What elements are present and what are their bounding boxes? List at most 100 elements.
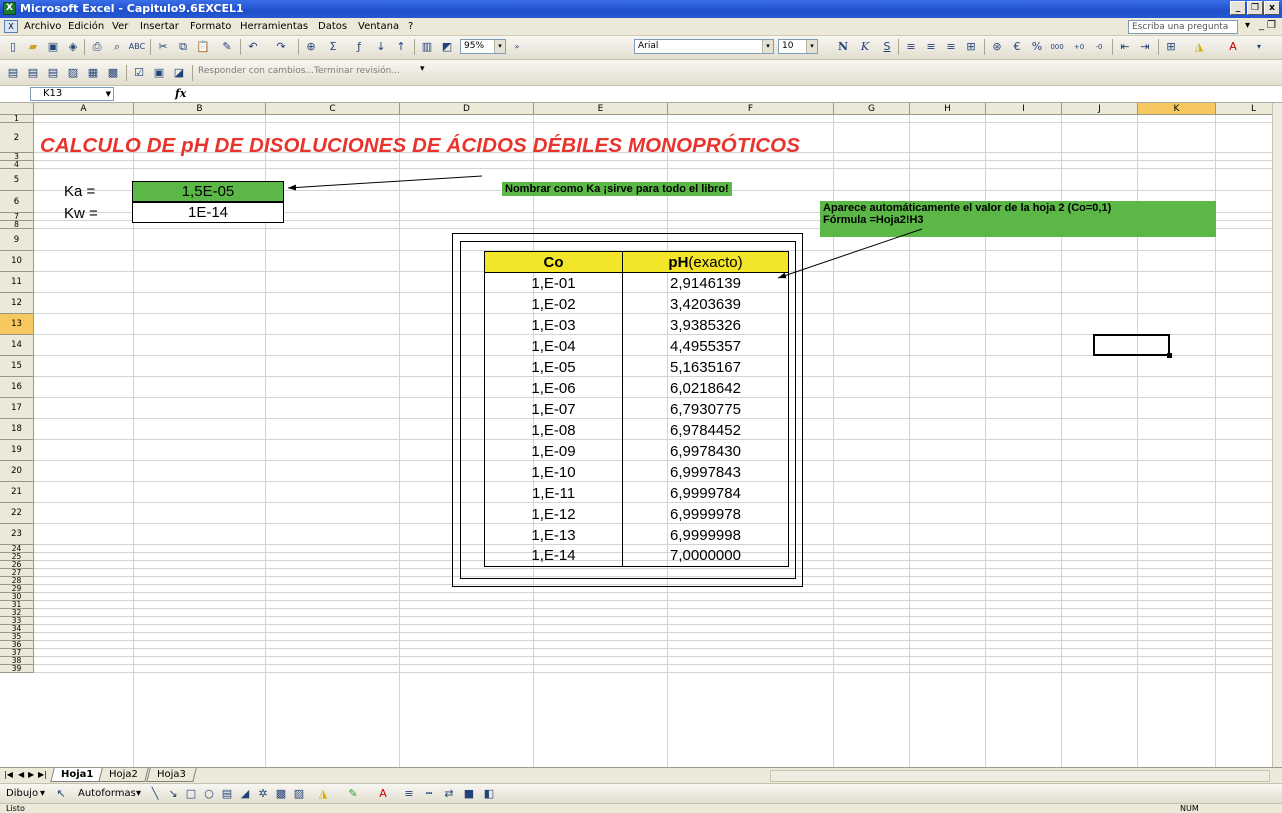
ph-cell[interactable]: 6,9784452 bbox=[622, 419, 789, 441]
menu-ver[interactable]: Ver bbox=[112, 21, 128, 32]
function-wizard-icon[interactable]: ƒ bbox=[350, 38, 368, 56]
draw-menu-button[interactable]: Dibujo bbox=[6, 788, 38, 799]
align-right-icon[interactable]: ≡ bbox=[942, 38, 960, 56]
review-icon-1[interactable]: ▤ bbox=[4, 64, 22, 82]
decrease-indent-icon[interactable]: ⇤ bbox=[1116, 38, 1134, 56]
increase-indent-icon[interactable]: ⇥ bbox=[1136, 38, 1154, 56]
co-cell[interactable]: 1,E-11 bbox=[484, 482, 623, 504]
menu-help[interactable]: ? bbox=[408, 21, 413, 32]
review-checkbox-icon[interactable]: ☑ bbox=[130, 64, 148, 82]
review-icon-3[interactable]: ▤ bbox=[44, 64, 62, 82]
fill-handle[interactable] bbox=[1167, 353, 1172, 358]
ph-cell[interactable]: 2,9146139 bbox=[622, 272, 789, 294]
permission-icon[interactable]: ◈ bbox=[64, 38, 82, 56]
cut-icon[interactable]: ✂ bbox=[154, 38, 172, 56]
font-color-icon[interactable]: A bbox=[1224, 38, 1242, 56]
menu-ventana[interactable]: Ventana bbox=[358, 21, 399, 32]
co-cell[interactable]: 1,E-08 bbox=[484, 419, 623, 441]
review-icon-5[interactable]: ▦ bbox=[84, 64, 102, 82]
review-icon-7[interactable]: ▣ bbox=[150, 64, 168, 82]
co-cell[interactable]: 1,E-06 bbox=[484, 377, 623, 399]
co-cell[interactable]: 1,E-12 bbox=[484, 503, 623, 525]
active-cell-k13[interactable] bbox=[1093, 334, 1172, 358]
review-icon-4[interactable]: ▨ bbox=[64, 64, 82, 82]
align-center-icon[interactable]: ≡ bbox=[922, 38, 940, 56]
co-cell[interactable]: 1,E-01 bbox=[484, 272, 623, 294]
name-box[interactable]: K13 ▼ bbox=[30, 87, 114, 101]
new-file-icon[interactable]: ▯ bbox=[4, 38, 22, 56]
autoshapes-button[interactable]: Autoformas bbox=[78, 788, 136, 799]
paste-icon[interactable]: 📋 bbox=[194, 38, 212, 56]
co-cell[interactable]: 1,E-03 bbox=[484, 314, 623, 336]
close-button[interactable]: x bbox=[1264, 1, 1280, 15]
co-cell[interactable]: 1,E-13 bbox=[484, 524, 623, 546]
comma-style-icon[interactable]: 000 bbox=[1048, 38, 1066, 56]
toolbar-options-icon[interactable]: ▾ bbox=[420, 64, 425, 74]
3d-icon[interactable]: ◧ bbox=[480, 785, 498, 803]
font-select[interactable]: Arial ▾ bbox=[634, 39, 774, 54]
tab-hoja3[interactable]: Hoja3 bbox=[146, 768, 197, 782]
ph-cell[interactable]: 6,9997843 bbox=[622, 461, 789, 483]
review-icon-8[interactable]: ◪ bbox=[170, 64, 188, 82]
format-painter-icon[interactable]: ✎ bbox=[218, 38, 236, 56]
toolbar-options-icon[interactable]: » bbox=[508, 38, 526, 56]
tab-hoja2[interactable]: Hoja2 bbox=[98, 768, 149, 782]
euro-icon[interactable]: € bbox=[1008, 38, 1026, 56]
toolbar-options-icon[interactable]: ▾ bbox=[1250, 38, 1268, 56]
autoshapes-arrow-icon[interactable]: ▾ bbox=[136, 788, 141, 799]
ph-cell[interactable]: 6,9978430 bbox=[622, 440, 789, 462]
menu-datos[interactable]: Datos bbox=[318, 21, 347, 32]
line-icon[interactable]: ╲ bbox=[146, 785, 164, 803]
vertical-scrollbar[interactable] bbox=[1272, 103, 1282, 767]
doc-minimize-icon[interactable]: _ bbox=[1259, 20, 1264, 31]
currency-style-icon[interactable]: ⊛ bbox=[988, 38, 1006, 56]
doc-restore-icon[interactable]: ❐ bbox=[1267, 20, 1276, 31]
minimize-button[interactable]: _ bbox=[1230, 1, 1246, 15]
worksheet-grid[interactable]: ABCDEFGHIJKL 1 2 3 4 5 6 7 8 9 10 11 12 13 14 15 16 17 18… bbox=[0, 103, 1282, 767]
menu-insertar[interactable]: Insertar bbox=[140, 21, 179, 32]
copy-icon[interactable]: ⧉ bbox=[174, 38, 192, 56]
borders-icon[interactable]: ⊞ bbox=[1162, 38, 1180, 56]
prev-sheet-icon[interactable]: ◀ bbox=[18, 770, 24, 779]
co-cell[interactable]: 1,E-05 bbox=[484, 356, 623, 378]
open-folder-icon[interactable]: ▰ bbox=[24, 38, 42, 56]
print-icon[interactable]: ⎙ bbox=[88, 38, 106, 56]
spelling-icon[interactable]: ABC bbox=[128, 38, 146, 56]
percent-icon[interactable]: % bbox=[1028, 38, 1046, 56]
co-cell[interactable]: 1,E-14 bbox=[484, 545, 623, 567]
print-preview-icon[interactable]: ⌕ bbox=[108, 38, 126, 56]
increase-decimal-icon[interactable]: +0 bbox=[1070, 38, 1088, 56]
clipart-icon[interactable]: ▩ bbox=[272, 785, 290, 803]
select-objects-icon[interactable]: ↖ bbox=[52, 785, 70, 803]
co-cell[interactable]: 1,E-02 bbox=[484, 293, 623, 315]
co-cell[interactable]: 1,E-04 bbox=[484, 335, 623, 357]
ph-cell[interactable]: 5,1635167 bbox=[622, 356, 789, 378]
review-icon-2[interactable]: ▤ bbox=[24, 64, 42, 82]
shadow-icon[interactable]: ■ bbox=[460, 785, 478, 803]
ph-cell[interactable]: 6,9999784 bbox=[622, 482, 789, 504]
ph-cell[interactable]: 6,0218642 bbox=[622, 377, 789, 399]
help-dropdown-icon[interactable]: ▾ bbox=[1245, 20, 1250, 31]
menu-archivo[interactable]: Archivo bbox=[24, 21, 61, 32]
line-style-icon[interactable]: ≡ bbox=[400, 785, 418, 803]
diagram-icon[interactable]: ✲ bbox=[254, 785, 272, 803]
next-sheet-icon[interactable]: ▶ bbox=[28, 770, 34, 779]
redo-icon[interactable]: ↷ bbox=[272, 38, 290, 56]
undo-icon[interactable]: ↶ bbox=[244, 38, 262, 56]
tab-hoja1[interactable]: Hoja1 bbox=[50, 768, 105, 782]
bold-icon[interactable]: N bbox=[834, 38, 852, 56]
first-sheet-icon[interactable]: |◀ bbox=[4, 770, 13, 779]
wordart-icon[interactable]: ◢ bbox=[236, 785, 254, 803]
ph-cell[interactable]: 6,9999978 bbox=[622, 503, 789, 525]
end-review-button[interactable]: Terminar revisión... bbox=[314, 66, 400, 76]
restore-button[interactable]: ❐ bbox=[1247, 1, 1263, 15]
ph-cell[interactable]: 6,7930775 bbox=[622, 398, 789, 420]
help-question-input[interactable]: Escriba una pregunta bbox=[1128, 20, 1238, 34]
workbook-icon[interactable]: X bbox=[4, 20, 18, 33]
fill-color-icon[interactable]: ◮ bbox=[314, 785, 332, 803]
ph-cell[interactable]: 7,0000000 bbox=[622, 545, 789, 567]
font-color-icon[interactable]: A bbox=[374, 785, 392, 803]
decrease-decimal-icon[interactable]: -0 bbox=[1090, 38, 1108, 56]
autosum-icon[interactable]: Σ bbox=[324, 38, 342, 56]
sort-ascending-icon[interactable]: ↓ bbox=[372, 38, 390, 56]
